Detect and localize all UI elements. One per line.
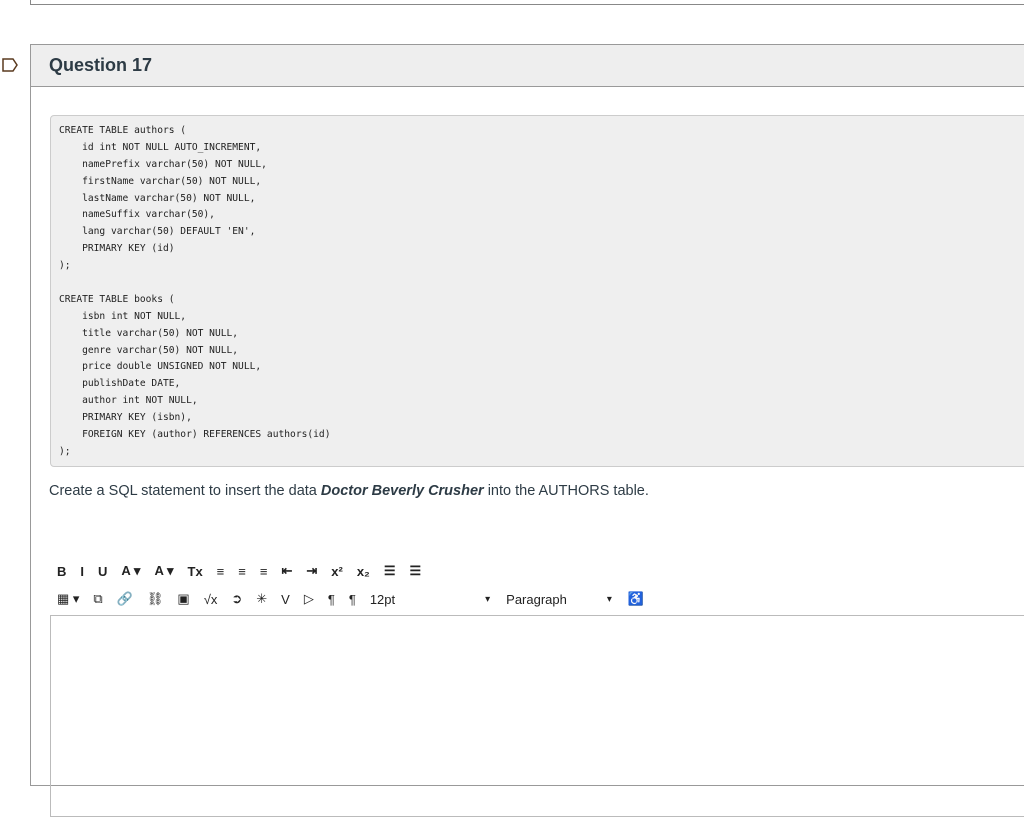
link-button[interactable]: 🔗: [117, 591, 133, 607]
flag-question-icon[interactable]: [2, 58, 18, 72]
clear-format-button[interactable]: Tx: [188, 564, 203, 579]
code-line: namePrefix varchar(50) NOT NULL,: [59, 158, 267, 170]
code-line: );: [59, 445, 71, 457]
align-center-button[interactable]: ≡: [238, 564, 246, 579]
prompt-emphasis: Doctor Beverly Crusher: [320, 483, 484, 499]
prompt-text: Create a SQL statement to insert the dat…: [49, 483, 321, 499]
chevron-down-icon[interactable]: ▾: [607, 594, 612, 605]
image-button[interactable]: ▣: [177, 591, 189, 607]
code-line: price double UNSIGNED NOT NULL,: [59, 361, 262, 373]
outdent-button[interactable]: ⇤: [281, 563, 292, 579]
v-icon-button[interactable]: V: [281, 592, 290, 607]
bold-button[interactable]: B: [57, 564, 66, 579]
align-right-button[interactable]: ≡: [260, 564, 268, 579]
previous-question-box: [30, 0, 1024, 5]
embed-button[interactable]: ➲: [231, 591, 242, 607]
code-line: genre varchar(50) NOT NULL,: [59, 344, 239, 356]
answer-editor[interactable]: [50, 615, 1024, 817]
video-button[interactable]: ▷: [304, 591, 314, 607]
code-line: lang varchar(50) DEFAULT 'EN',: [59, 226, 256, 238]
question-card: Question 17 CREATE TABLE authors ( id in…: [30, 44, 1024, 817]
apps-button[interactable]: ✳: [256, 591, 267, 607]
accessibility-button[interactable]: ♿: [628, 591, 644, 607]
unlink-button[interactable]: ⛓: [147, 591, 164, 607]
indent-button[interactable]: ⇥: [306, 563, 317, 579]
media-button[interactable]: ⧉: [93, 591, 102, 607]
question-prompt: Create a SQL statement to insert the dat…: [49, 483, 649, 499]
superscript-button[interactable]: x²: [331, 564, 343, 579]
sql-code-block: CREATE TABLE authors ( id int NOT NULL A…: [50, 115, 1024, 467]
block-format-select[interactable]: Paragraph: [506, 592, 567, 607]
equation-button[interactable]: √x: [204, 592, 218, 607]
code-line: CREATE TABLE books (: [59, 293, 175, 305]
bullet-list-button[interactable]: ☰: [384, 563, 396, 579]
question-title: Question 17: [31, 45, 1024, 87]
code-line: PRIMARY KEY (isbn),: [59, 412, 192, 424]
toolbar-row-2: ▦ ▾ ⧉ 🔗 ⛓ ▣ √x ➲ ✳ V ▷ ¶ ¶ 12pt ▾ Paragraph ▾ ♿: [57, 591, 644, 607]
font-size-select[interactable]: 12pt: [370, 592, 395, 607]
align-left-button[interactable]: ≡: [217, 564, 225, 579]
background-color-button[interactable]: A ▾: [154, 563, 173, 579]
underline-button[interactable]: U: [98, 564, 107, 579]
table-button[interactable]: ▦ ▾: [57, 591, 79, 607]
code-line: nameSuffix varchar(50),: [59, 209, 215, 221]
code-line: lastName varchar(50) NOT NULL,: [59, 192, 256, 204]
code-line: firstName varchar(50) NOT NULL,: [59, 175, 262, 187]
prompt-text-end: into the AUTHORS table.: [483, 483, 649, 499]
subscript-button[interactable]: x₂: [357, 564, 370, 579]
numbered-list-button[interactable]: ☰: [410, 563, 422, 579]
code-line: title varchar(50) NOT NULL,: [59, 327, 239, 339]
code-line: );: [59, 260, 71, 272]
code-line: isbn int NOT NULL,: [59, 310, 187, 322]
code-line: publishDate DATE,: [59, 378, 181, 390]
chevron-down-icon[interactable]: ▾: [485, 594, 490, 605]
italic-button[interactable]: I: [80, 564, 84, 579]
toolbar-row-1: BIU A ▾ A ▾ Tx ≡ ≡ ≡ ⇤ ⇥ x² x₂ ☰ ☰: [57, 563, 435, 579]
code-line: author int NOT NULL,: [59, 395, 198, 407]
code-line: CREATE TABLE authors (: [59, 125, 187, 136]
code-line: id int NOT NULL AUTO_INCREMENT,: [59, 141, 262, 153]
rtl-button[interactable]: ¶: [349, 592, 356, 607]
code-line: PRIMARY KEY (id): [59, 243, 175, 255]
ltr-button[interactable]: ¶: [328, 592, 335, 607]
text-color-button[interactable]: A ▾: [121, 563, 140, 579]
code-line: FOREIGN KEY (author) REFERENCES authors(…: [59, 429, 331, 441]
